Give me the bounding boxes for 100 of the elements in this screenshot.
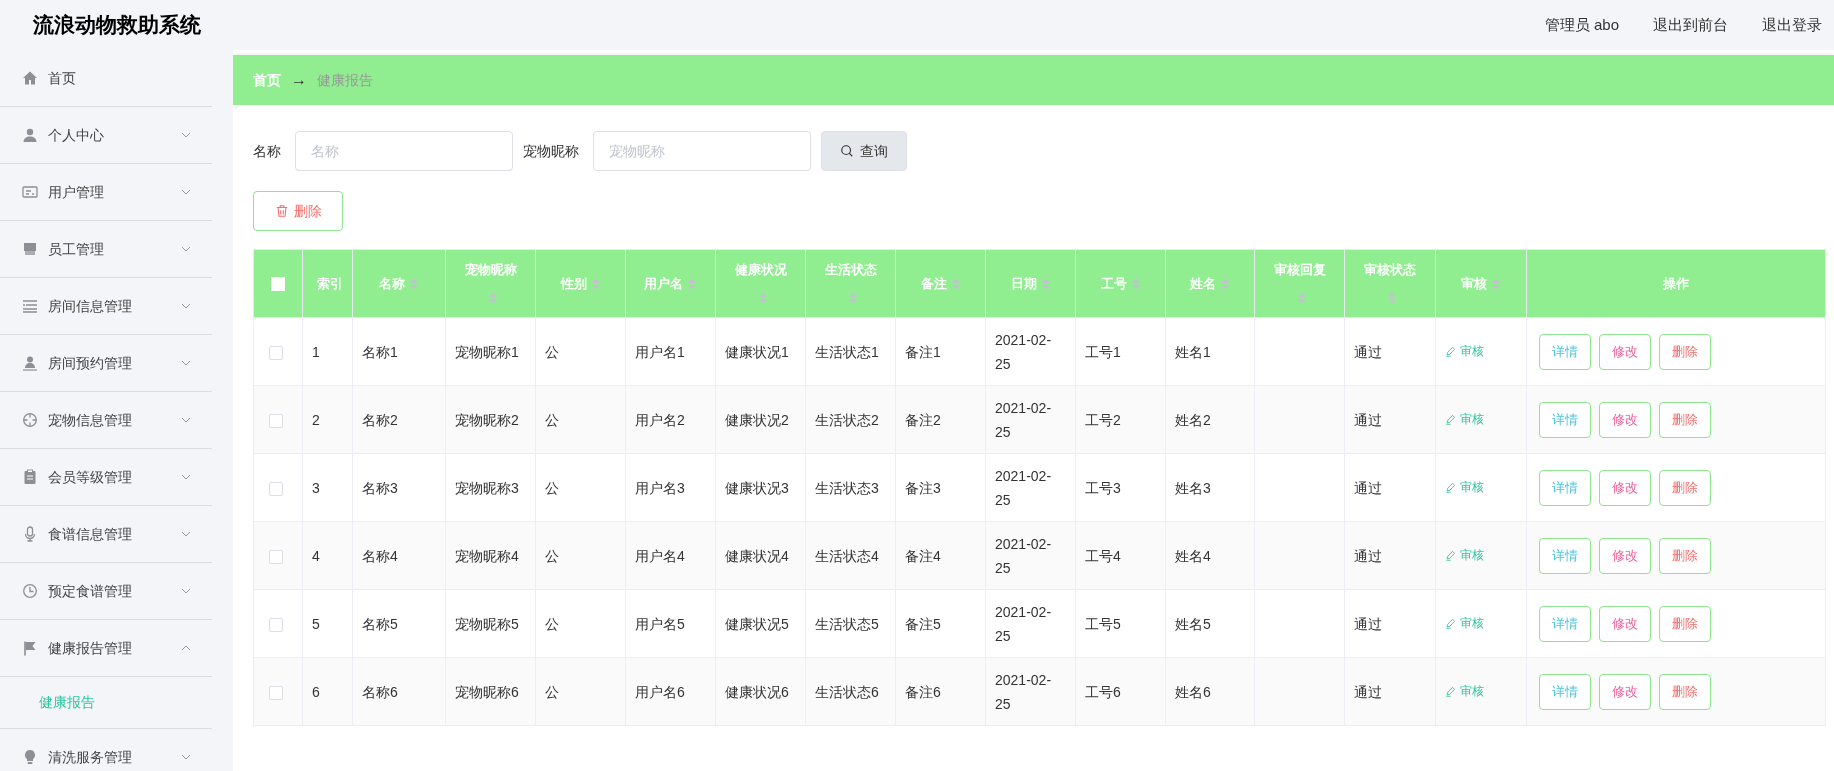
table-cell: 生活状态4 [815, 547, 879, 564]
table-cell: 2 [312, 411, 320, 428]
table-cell: 备注1 [905, 343, 941, 360]
header-link[interactable]: 退出登录 [1762, 13, 1822, 37]
sidebar-item[interactable]: 预定食谱管理 [0, 563, 212, 620]
sidebar-subitem[interactable]: 健康报告 [0, 677, 212, 729]
table-cell: 姓名6 [1175, 683, 1211, 700]
sort-icon [1220, 277, 1230, 292]
review-link[interactable]: 审核 [1445, 611, 1484, 636]
pencil-icon [1445, 685, 1456, 697]
sidebar-item[interactable]: 用户管理 [0, 164, 212, 221]
table-cell: 通过 [1354, 343, 1382, 360]
table-cell: 宠物昵称2 [455, 411, 519, 428]
search-button[interactable]: 查询 [821, 131, 907, 171]
field-label: 宠物昵称 [523, 141, 579, 161]
edit-button[interactable]: 修改 [1599, 605, 1651, 642]
pencil-icon [1445, 481, 1456, 493]
table-cell: 健康状况4 [725, 547, 789, 564]
sidebar-item[interactable]: 宠物信息管理 [0, 392, 212, 449]
table-cell: 用户名5 [635, 615, 685, 632]
edit-button[interactable]: 修改 [1599, 469, 1651, 506]
review-link[interactable]: 审核 [1445, 339, 1484, 364]
detail-button[interactable]: 详情 [1539, 673, 1591, 710]
breadcrumb-separator: → [291, 70, 307, 90]
sort-icon [1387, 291, 1397, 306]
table-cell: 名称1 [362, 343, 398, 360]
table-cell: 宠物昵称1 [455, 343, 519, 360]
sort-icon [590, 277, 601, 292]
table-cell: 名称5 [362, 615, 398, 632]
row-checkbox[interactable] [269, 481, 283, 496]
delete-button[interactable]: 删除 [1659, 605, 1711, 642]
row-checkbox[interactable] [269, 549, 283, 564]
search-field[interactable]: 宠物昵称 [593, 131, 811, 171]
table-cell: 名称2 [362, 411, 398, 428]
edit-button[interactable]: 修改 [1599, 537, 1651, 574]
table-cell: 生活状态3 [815, 479, 879, 496]
delete-button[interactable]: 删除 [1659, 469, 1711, 506]
edit-button[interactable]: 修改 [1599, 333, 1651, 370]
edit-button[interactable]: 修改 [1599, 673, 1651, 710]
row-checkbox[interactable] [269, 413, 283, 428]
trash-icon [274, 204, 289, 218]
select-all-checkbox[interactable] [271, 277, 285, 292]
header-link[interactable]: 管理员 abo [1544, 13, 1619, 37]
table-cell: 6 [312, 683, 320, 700]
table-cell: 1 [312, 343, 320, 360]
table-cell: 健康状况5 [725, 615, 789, 632]
sort-icon [1130, 277, 1141, 292]
header-link[interactable]: 退出到前台 [1653, 13, 1728, 37]
table-cell: 工号2 [1085, 411, 1121, 428]
search-field[interactable]: 名称 [295, 131, 513, 171]
sidebar-item[interactable]: 清洗服务管理 [0, 729, 212, 771]
house-icon [22, 70, 38, 86]
table-cell: 健康状况1 [725, 343, 789, 360]
table-cell: 公 [545, 343, 559, 360]
sidebar-item[interactable]: 房间信息管理 [0, 278, 212, 335]
sidebar-item[interactable]: 健康报告管理 [0, 620, 212, 677]
sidebar-item[interactable]: 首页 [0, 50, 212, 107]
sidebar-item[interactable]: 会员等级管理 [0, 449, 212, 506]
edit-button[interactable]: 修改 [1599, 401, 1651, 438]
table-cell: 2021-02-25 [995, 535, 1052, 576]
sort-icon [487, 291, 498, 306]
detail-button[interactable]: 详情 [1539, 605, 1591, 642]
table-cell: 3 [312, 479, 320, 496]
flag-icon [22, 640, 38, 656]
delete-button[interactable]: 删除 [1659, 537, 1711, 574]
id-card-icon [22, 184, 38, 200]
sidebar-item[interactable]: 房间预约管理 [0, 335, 212, 392]
delete-button[interactable]: 删除 [1659, 401, 1711, 438]
sidebar-item[interactable]: 食谱信息管理 [0, 506, 212, 563]
table-cell: 2021-02-25 [995, 331, 1052, 372]
table-cell: 公 [545, 683, 559, 700]
app-title: 流浪动物救助系统 [33, 12, 201, 39]
store-icon [22, 241, 38, 257]
table-cell: 工号5 [1085, 615, 1121, 632]
table-cell: 宠物昵称6 [455, 683, 519, 700]
breadcrumb-current: 健康报告 [317, 70, 373, 90]
delete-button[interactable]: 删除 [253, 191, 343, 231]
delete-button[interactable]: 删除 [1659, 333, 1711, 370]
review-link[interactable]: 审核 [1445, 543, 1484, 568]
table-cell: 生活状态1 [815, 343, 879, 360]
pencil-icon [1445, 345, 1456, 357]
row-checkbox[interactable] [269, 345, 283, 360]
table-cell: 用户名2 [635, 411, 685, 428]
user-stand-icon [22, 355, 38, 371]
delete-button[interactable]: 删除 [1659, 673, 1711, 710]
table-cell: 用户名1 [635, 343, 685, 360]
review-link[interactable]: 审核 [1445, 679, 1484, 704]
detail-button[interactable]: 详情 [1539, 537, 1591, 574]
table-cell: 2021-02-25 [995, 603, 1052, 644]
detail-button[interactable]: 详情 [1539, 469, 1591, 506]
pencil-icon [1445, 413, 1456, 425]
row-checkbox[interactable] [269, 617, 283, 632]
table-cell: 4 [312, 547, 320, 564]
review-link[interactable]: 审核 [1445, 475, 1484, 500]
row-checkbox[interactable] [269, 685, 283, 700]
detail-button[interactable]: 详情 [1539, 333, 1591, 370]
review-link[interactable]: 审核 [1445, 407, 1484, 432]
sidebar-item[interactable]: 员工管理 [0, 221, 212, 278]
sidebar-item[interactable]: 个人中心 [0, 107, 212, 164]
detail-button[interactable]: 详情 [1539, 401, 1591, 438]
